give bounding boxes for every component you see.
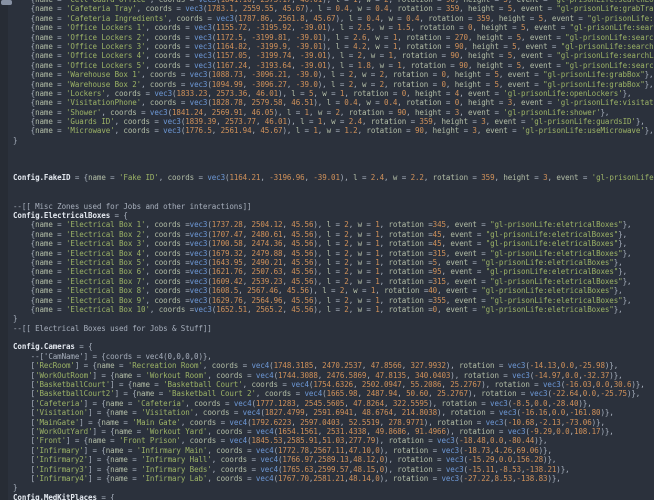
code-line: {name = 'Electrical Box 7', coords =vec3… [13,276,632,286]
code-line: {name = 'Electrical Box 3', coords =vec3… [13,239,627,249]
code-area: {name = 'Cell Guard Office', coords = ve… [13,0,654,500]
code-line: ['Cafeteria'] = {name = 'Cafeteria', coo… [13,398,592,408]
code-line: {name = 'Electrical Box 5', coords =vec3… [13,257,623,267]
code-line: {name = 'Shower', coords = vec3(1841.24,… [13,107,610,117]
code-line: {name = 'Electrical Box 10', coords =vec… [13,304,623,314]
code-line: {name = 'Microwave', coords = vec3(1776.… [13,126,654,136]
code-line: {name = 'Office Lockers 3', coords = vec… [13,41,654,51]
code-line: --[[ Electrical Boxes used for Jobs & St… [13,323,212,333]
code-line: Config.ElectricalBoxes = { [13,210,128,220]
code-line: {name = 'Cafeteria Tray', coords = vec3(… [13,4,654,14]
code-line: {name = 'Cafeteria Ingredients', coords … [13,13,654,23]
code-line: Config.FakeID = {name = 'Fake ID', coord… [13,173,654,183]
code-line: ['BasketballCourt'] = {name = 'Basketbal… [13,380,645,390]
code-line: {name = 'Office Lockers 5', coords = vec… [13,60,654,70]
code-line: Config.MedKitPlaces = { [13,492,115,500]
code-line: Config.Cameras = { [13,342,93,352]
code-line: ['Visitation'] = {name = 'Visitation', c… [13,408,614,418]
code-line: {name = 'Electrical Box 4', coords =vec3… [13,248,632,258]
code-line: {name = 'Office Lockers 4', coords = vec… [13,51,654,61]
code-line: ['BasketballCourt2'] = {name = 'Basketba… [13,389,641,399]
code-line: {name = 'Office Lockers 2', coords = vec… [13,32,654,42]
code-line: {name = 'Electrical Box 2', coords =vec3… [13,229,627,239]
code-line: {name = 'Electrical Box 8', coords =vec3… [13,286,623,296]
code-line: ['Infirmary3'] = {name = 'Infirmary Beds… [13,464,570,474]
code-line: ['MainGate'] = {name = 'Main Gate', coor… [13,417,605,427]
gutter-strip [0,0,8,500]
code-line: {name = 'Electrical Box 6', coords =vec3… [13,267,627,277]
code-line: --[[ Misc Zones used for Jobs and other … [13,201,252,211]
code-line: {name = 'Electrical Box 1', coords =vec3… [13,220,632,230]
code-line: ['Infirmary4'] = {name = 'Infirmary Lab'… [13,473,561,483]
code-line: {name = 'Electrical Box 9', coords =vec3… [13,295,632,305]
code-line: } [13,483,18,493]
code-line: ['Infirmary'] = {name = 'Infirmary Main'… [13,445,552,455]
code-line: ['RecRoom'] = {name = 'Recreation Room',… [13,361,619,371]
code-line: {name = 'Warehouse Box 1', coords = vec3… [13,70,654,80]
code-line: {name = 'Warehouse Box 2', coords = vec3… [13,79,654,89]
code-line: ['Infirmary2'] = {name = 'Infirmary Hall… [13,455,557,465]
code-line: {name = 'VisitationPhone', coords = vec3… [13,98,654,108]
code-line: ['WorkOutRoom'] = {name = 'Workout Room'… [13,370,623,380]
scrollbar-thumb[interactable] [1,0,12,5]
code-line: ['Front'] = {name = 'Front Prison', coor… [13,436,548,446]
code-line: {name = 'Guards ID', coords = vec3(1839.… [13,117,645,127]
code-line: } [13,314,18,324]
code-block: {name = 'Cell Guard Office', coords = ve… [0,0,654,500]
code-line: } [13,135,18,145]
code-line: ['WorkOutYard'] = {name = 'Workout Yard'… [13,426,614,436]
code-line: --['CamName'] = {coords = vec4(0,0,0,0)}… [13,351,212,361]
code-line: {name = 'Office Lockers 1', coords = vec… [13,23,654,33]
code-line: {name = 'Lockers', coords = vec3(1833.23… [13,88,632,98]
